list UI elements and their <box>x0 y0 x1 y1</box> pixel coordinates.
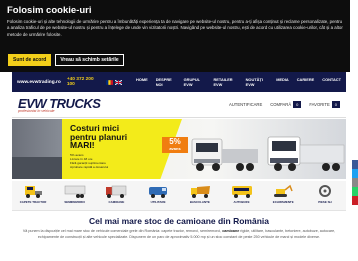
change-settings-button[interactable]: Vreau să schimb setările <box>55 54 124 66</box>
compare-link[interactable]: COMPARĂ 0 <box>270 101 302 108</box>
nav-news[interactable]: NOUTĂȚI EVW <box>246 77 269 87</box>
favorites-count-badge: 0 <box>331 101 340 108</box>
category-label: CAPETE TRACTOR <box>19 200 47 204</box>
truck-icon <box>106 185 127 198</box>
logo-subtitle: profesionist în vehicule <box>18 109 55 113</box>
tractor-head-icon <box>25 186 42 198</box>
description-text-1: Vă punem la dispoziție cel mai mare stoc… <box>22 229 223 233</box>
nav-about[interactable]: DESPRE NOI <box>156 77 176 87</box>
flag-en-icon[interactable] <box>115 79 123 85</box>
bus-icon <box>231 186 252 198</box>
pinterest-icon[interactable] <box>352 196 358 205</box>
category-label: SEMIREMORCI <box>64 200 86 204</box>
category-label: BASCULANTE <box>189 200 210 204</box>
nav-home[interactable]: HOME <box>136 77 148 87</box>
category-tractor-heads[interactable]: CAPETE TRACTOR <box>18 183 48 208</box>
hero-headline: Costuri mici pentru planuri MARI! <box>70 124 174 150</box>
top-nav-bar: www.evwtrading.ro +40 372 200 100 HOME D… <box>12 72 346 92</box>
category-label: AUTOBUZE <box>233 200 250 204</box>
site-url[interactable]: www.evwtrading.ro <box>17 80 61 85</box>
hero-headline-line-3: MARI! <box>70 140 95 150</box>
main-menu: HOME DESPRE NOI GRUPUL EVW RETAILER EVW … <box>136 77 341 87</box>
accept-cookies-button[interactable]: Sunt de acord <box>8 54 52 66</box>
hero-bullets: 5% avans Livrare în 48 ore Fără garanții… <box>70 153 174 169</box>
flag-ro-icon[interactable] <box>106 79 114 85</box>
cookie-banner: Folosim cookie-uri Folosim cookie-uri și… <box>0 0 350 72</box>
compare-label: COMPARĂ <box>270 102 292 107</box>
phone-number[interactable]: +40 372 200 100 <box>67 77 100 87</box>
main-description: Vă punem la dispoziție cel mai mare stoc… <box>20 228 338 240</box>
category-label: ECHIPAMENTE <box>272 200 294 204</box>
vehicle-categories: CAPETE TRACTOR SEMIREMORCI CAMIOANE UTIL… <box>12 181 346 211</box>
nav-group[interactable]: GRUPUL EVW <box>184 77 206 87</box>
parts-icon <box>318 185 331 197</box>
category-trucks[interactable]: CAMIOANE <box>101 183 131 208</box>
logo[interactable]: EVW TRUCKS profesionist în vehicule <box>18 96 101 113</box>
category-equipment[interactable]: ECHIPAMENTE <box>268 183 298 208</box>
nav-retailer[interactable]: RETAILER EVW <box>213 77 237 87</box>
badge-percent: 5% <box>169 137 181 146</box>
nav-media[interactable]: MEDIA <box>276 77 289 87</box>
login-link[interactable]: AUTENTIFICARE <box>229 102 262 107</box>
semitrailer-icon <box>64 185 85 198</box>
description-bold-link[interactable]: camioane <box>222 229 239 233</box>
excavator-icon <box>274 184 293 197</box>
compare-count-badge: 0 <box>293 101 302 108</box>
category-label: UTILITARE <box>150 200 166 204</box>
hero-banner[interactable]: Costuri mici pentru planuri MARI! 5% ava… <box>12 119 346 179</box>
twitter-icon[interactable] <box>352 169 358 178</box>
language-flags <box>106 79 123 85</box>
logo-bar: EVW TRUCKS profesionist în vehicule AUTE… <box>12 92 346 118</box>
facebook-icon[interactable] <box>352 160 358 169</box>
favorites-label: FAVORITE <box>309 102 330 107</box>
nav-contact[interactable]: CONTACT <box>322 77 341 87</box>
cookie-text: Folosim cookie-uri și alte tehnologii de… <box>7 19 343 37</box>
category-semitrailers[interactable]: SEMIREMORCI <box>60 183 90 208</box>
cookie-title: Folosim cookie-uri <box>7 5 92 16</box>
email-icon[interactable] <box>352 178 358 187</box>
category-vans[interactable]: UTILITARE <box>143 183 173 208</box>
category-used-parts[interactable]: PIESE SH <box>310 183 340 208</box>
category-buses[interactable]: AUTOBUZE <box>227 183 257 208</box>
van-icon <box>149 187 168 198</box>
category-label: CAMIOANE <box>108 200 125 204</box>
social-share-strip <box>352 160 358 205</box>
whatsapp-icon[interactable] <box>352 187 358 196</box>
badge-label: avans <box>169 146 181 151</box>
dump-truck-icon <box>190 186 210 198</box>
login-label: AUTENTIFICARE <box>228 102 263 107</box>
nav-careers[interactable]: CARIERE <box>297 77 315 87</box>
down-payment-badge: 5% avans <box>162 137 188 153</box>
favorites-link[interactable]: FAVORITE 0 <box>309 101 340 108</box>
category-label: PIESE SH <box>318 200 332 204</box>
category-tippers[interactable]: BASCULANTE <box>185 183 215 208</box>
trucks-image <box>191 136 345 171</box>
hero-bullet: Aprobare rapidă a dosarului <box>70 164 109 169</box>
main-heading: Cel mai mare stoc de camioane din Români… <box>89 216 269 226</box>
